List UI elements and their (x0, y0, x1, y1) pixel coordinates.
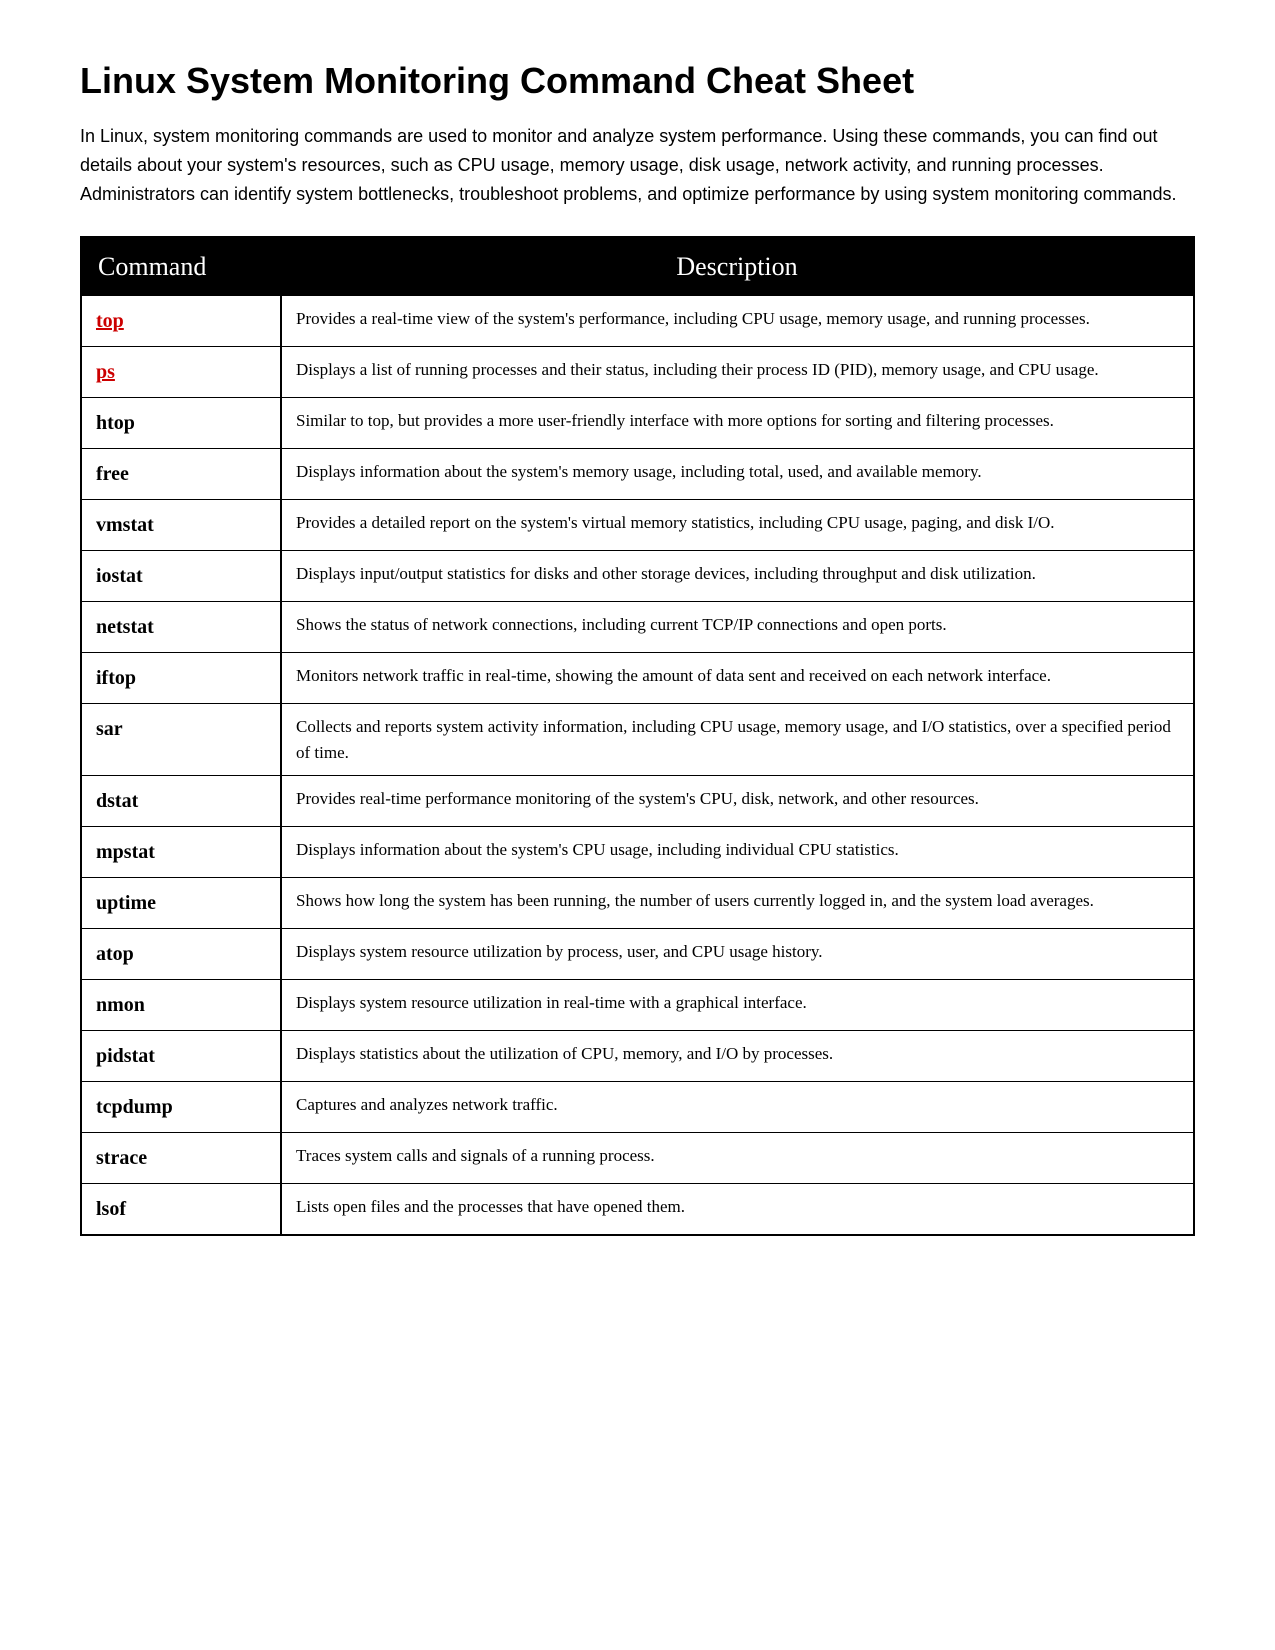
description-cell: Provides a detailed report on the system… (281, 500, 1194, 551)
description-cell: Displays a list of running processes and… (281, 347, 1194, 398)
command-link-top[interactable]: top (96, 310, 124, 332)
table-row: free Displays information about the syste… (81, 449, 1194, 500)
table-row: sar Collects and reports system activity … (81, 704, 1194, 776)
description-cell: Displays system resource utilization in … (281, 980, 1194, 1031)
command-header: Command (81, 237, 281, 296)
command-label-uptime: uptime (96, 892, 156, 914)
command-label-htop: htop (96, 412, 135, 434)
command-cell: mpstat (81, 827, 281, 878)
command-cell: htop (81, 398, 281, 449)
command-label-vmstat: vmstat (96, 514, 154, 536)
command-label-iftop: iftop (96, 667, 136, 689)
description-header: Description (281, 237, 1194, 296)
table-row: iftop Monitors network traffic in real-ti… (81, 653, 1194, 704)
command-cell: free (81, 449, 281, 500)
description-cell: Displays information about the system's … (281, 827, 1194, 878)
command-cell: strace (81, 1133, 281, 1184)
table-row: htop Similar to top, but provides a more … (81, 398, 1194, 449)
intro-paragraph: In Linux, system monitoring commands are… (80, 122, 1195, 208)
command-cell: sar (81, 704, 281, 776)
table-row: uptime Shows how long the system has been… (81, 878, 1194, 929)
command-label-sar: sar (96, 718, 123, 740)
command-cell: lsof (81, 1184, 281, 1236)
table-row: iostat Displays input/output statistics f… (81, 551, 1194, 602)
command-label-atop: atop (96, 943, 134, 965)
description-cell: Provides a real-time view of the system'… (281, 296, 1194, 347)
table-row: pidstat Displays statistics about the uti… (81, 1031, 1194, 1082)
command-cell: atop (81, 929, 281, 980)
command-cell: iostat (81, 551, 281, 602)
command-label-free: free (96, 463, 129, 485)
description-cell: Traces system calls and signals of a run… (281, 1133, 1194, 1184)
table-row: vmstat Provides a detailed report on the … (81, 500, 1194, 551)
description-cell: Shows the status of network connections,… (281, 602, 1194, 653)
command-label-iostat: iostat (96, 565, 143, 587)
description-cell: Similar to top, but provides a more user… (281, 398, 1194, 449)
table-row: nmon Displays system resource utilization… (81, 980, 1194, 1031)
command-cell: iftop (81, 653, 281, 704)
command-label-dstat: dstat (96, 790, 138, 812)
command-label-nmon: nmon (96, 994, 145, 1016)
description-cell: Collects and reports system activity inf… (281, 704, 1194, 776)
command-label-tcpdump: tcpdump (96, 1096, 173, 1118)
table-row: mpstat Displays information about the sys… (81, 827, 1194, 878)
command-cell: pidstat (81, 1031, 281, 1082)
command-label-strace: strace (96, 1147, 147, 1169)
table-row: lsof Lists open files and the processes t… (81, 1184, 1194, 1236)
description-cell: Shows how long the system has been runni… (281, 878, 1194, 929)
command-cell: dstat (81, 776, 281, 827)
command-link-ps[interactable]: ps (96, 361, 115, 383)
command-cell: netstat (81, 602, 281, 653)
table-row: tcpdump Captures and analyzes network tra… (81, 1082, 1194, 1133)
table-row: atop Displays system resource utilization… (81, 929, 1194, 980)
command-cell[interactable]: ps (81, 347, 281, 398)
description-cell: Monitors network traffic in real-time, s… (281, 653, 1194, 704)
table-row: netstat Shows the status of network conne… (81, 602, 1194, 653)
commands-table: Command Description top Provides a real-t… (80, 236, 1195, 1236)
description-cell: Displays input/output statistics for dis… (281, 551, 1194, 602)
command-cell: tcpdump (81, 1082, 281, 1133)
table-row: ps Displays a list of running processes a… (81, 347, 1194, 398)
command-cell: nmon (81, 980, 281, 1031)
command-label-lsof: lsof (96, 1198, 126, 1220)
command-label-mpstat: mpstat (96, 841, 155, 863)
table-row: strace Traces system calls and signals of… (81, 1133, 1194, 1184)
description-cell: Displays system resource utilization by … (281, 929, 1194, 980)
description-cell: Lists open files and the processes that … (281, 1184, 1194, 1236)
command-cell[interactable]: top (81, 296, 281, 347)
description-cell: Displays information about the system's … (281, 449, 1194, 500)
description-cell: Displays statistics about the utilizatio… (281, 1031, 1194, 1082)
table-row: dstat Provides real-time performance moni… (81, 776, 1194, 827)
command-label-pidstat: pidstat (96, 1045, 155, 1067)
description-cell: Provides real-time performance monitorin… (281, 776, 1194, 827)
command-cell: vmstat (81, 500, 281, 551)
table-header-row: Command Description (81, 237, 1194, 296)
command-label-netstat: netstat (96, 616, 154, 638)
table-row: top Provides a real-time view of the syst… (81, 296, 1194, 347)
command-cell: uptime (81, 878, 281, 929)
description-cell: Captures and analyzes network traffic. (281, 1082, 1194, 1133)
page-title: Linux System Monitoring Command Cheat Sh… (80, 60, 1195, 102)
